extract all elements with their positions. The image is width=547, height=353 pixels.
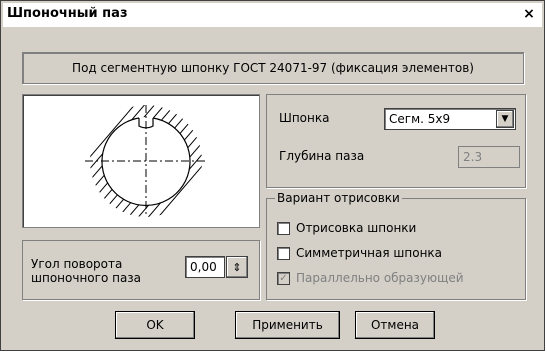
spin-arrows-icon: ⇕ bbox=[232, 260, 242, 274]
angle-label: Угол поворота шпоночного паза bbox=[31, 257, 142, 285]
draw-key-label: Отрисовка шпонки bbox=[296, 221, 417, 235]
angle-input[interactable] bbox=[185, 256, 225, 278]
option-parallel: ✓ Параллельно образующей bbox=[277, 270, 464, 286]
dropdown-arrow-icon[interactable]: ▼ bbox=[496, 110, 514, 128]
angle-panel: Угол поворота шпоночного паза ⇕ bbox=[22, 240, 260, 300]
option-draw-key[interactable]: Отрисовка шпонки bbox=[277, 220, 416, 236]
keyway-drawing bbox=[85, 105, 207, 217]
parallel-label: Параллельно образующей bbox=[296, 271, 464, 285]
draw-key-checkbox[interactable] bbox=[277, 221, 290, 235]
key-select[interactable]: Сегм. 5x9 ▼ bbox=[384, 108, 516, 130]
cancel-button[interactable]: Отмена bbox=[355, 311, 435, 339]
description-banner: Под сегментную шпонку ГОСТ 24071-97 (фик… bbox=[22, 52, 524, 84]
checkmark-icon: ✓ bbox=[279, 272, 288, 284]
depth-field: 2.3 bbox=[458, 146, 520, 168]
key-label: Шпонка bbox=[279, 111, 330, 125]
symmetric-key-checkbox[interactable] bbox=[277, 246, 290, 260]
preview-panel bbox=[22, 94, 260, 228]
option-symmetric-key[interactable]: Симметричная шпонка bbox=[277, 245, 442, 261]
key-panel: Шпонка Сегм. 5x9 ▼ Глубина паза 2.3 bbox=[266, 94, 526, 188]
ok-button[interactable]: OK bbox=[115, 311, 195, 339]
symmetric-key-label: Симметричная шпонка bbox=[296, 246, 443, 260]
parallel-checkbox: ✓ bbox=[277, 271, 290, 285]
variant-group: Вариант отрисовки Отрисовка шпонки Симме… bbox=[266, 191, 526, 300]
key-select-value: Сегм. 5x9 bbox=[389, 112, 451, 126]
apply-button[interactable]: Применить bbox=[235, 311, 340, 339]
close-button[interactable]: × bbox=[522, 6, 536, 22]
depth-label: Глубина паза bbox=[279, 149, 365, 163]
angle-spin-button[interactable]: ⇕ bbox=[226, 256, 248, 278]
variant-group-title: Вариант отрисовки bbox=[275, 191, 402, 205]
title-bar[interactable]: Шпоночный паз × bbox=[3, 3, 542, 27]
window-title: Шпоночный паз bbox=[7, 6, 128, 21]
